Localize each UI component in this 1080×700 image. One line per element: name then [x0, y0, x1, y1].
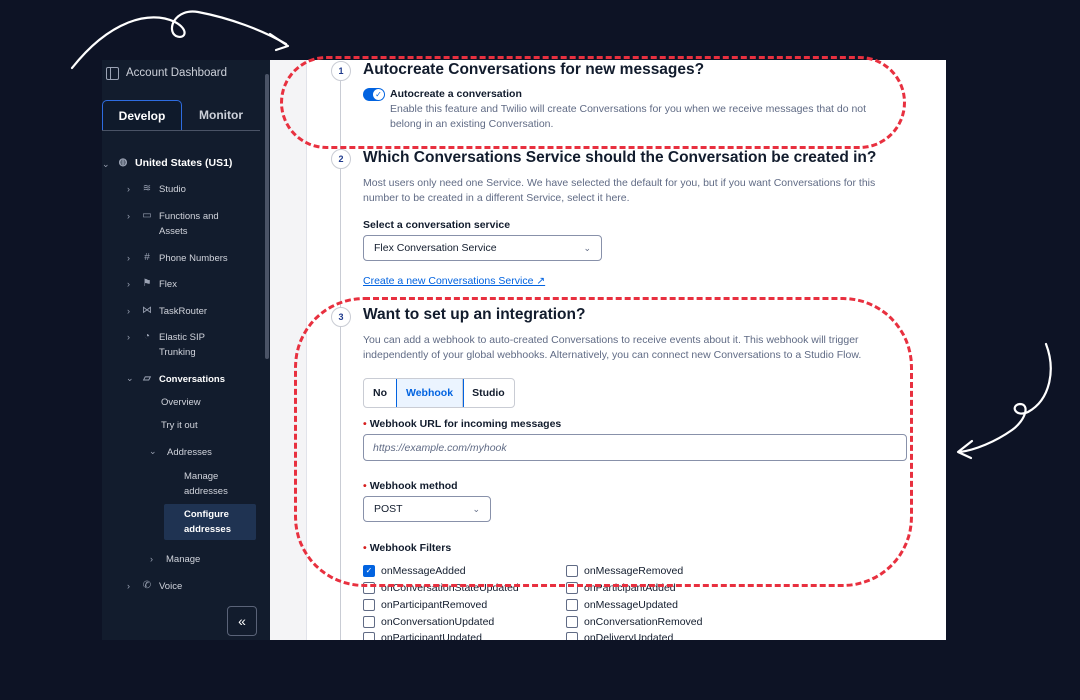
panel-icon	[106, 66, 119, 80]
chevron-right-icon[interactable]: ›	[127, 211, 130, 221]
sidebar-item-manage-addresses[interactable]: Manage addresses	[184, 469, 228, 499]
step2-description: Most users only need one Service. We hav…	[363, 176, 875, 206]
checkbox-icon[interactable]	[566, 599, 578, 611]
sidebar-item-addresses[interactable]: Addresses	[167, 445, 212, 460]
sidebar-item-manage[interactable]: Manage	[166, 552, 200, 567]
sidebar-item-label: Studio	[159, 184, 186, 195]
sidebar-item-label: addresses	[184, 524, 232, 535]
sidebar-item-label: Manage	[184, 471, 219, 482]
sidebar-item-taskrouter[interactable]: ⋈ TaskRouter	[141, 304, 207, 319]
globe-icon: ◍	[118, 156, 128, 168]
conversations-icon: ▱	[143, 372, 151, 384]
chevron-right-icon[interactable]: ›	[127, 253, 130, 263]
step-connector	[340, 168, 341, 308]
chevron-down-icon[interactable]: ⌄	[149, 446, 157, 457]
chevron-right-icon[interactable]: ›	[127, 306, 130, 316]
chevron-down-icon[interactable]: ⌄	[126, 373, 134, 384]
step2-title: Which Conversations Service should the C…	[363, 149, 877, 166]
region-selector[interactable]: ◍ United States (US1)	[117, 156, 233, 171]
desc-line: Most users only need one Service. We hav…	[363, 177, 876, 189]
functions-icon: ▭	[142, 209, 152, 221]
sidebar-item-label: Trunking	[159, 347, 196, 358]
chevron-right-icon[interactable]: ›	[127, 581, 130, 591]
step-number-2: 2	[331, 149, 351, 169]
sidebar-item-label-wrap: Functions and Assets	[159, 209, 219, 239]
sidebar-item-label: Phone Numbers	[159, 253, 228, 264]
account-dashboard-label: Account Dashboard	[126, 67, 228, 79]
sidebar-item-label-wrap: Elastic SIP Trunking	[159, 330, 205, 360]
account-dashboard-link[interactable]: Account Dashboard	[102, 60, 274, 86]
sidebar-item-label: Flex	[159, 279, 177, 290]
sidebar-item-studio[interactable]: ≋ Studio	[141, 182, 186, 197]
sidebar-item-label: Assets	[159, 226, 188, 237]
checkbox-icon[interactable]	[566, 616, 578, 628]
sidebar-item-try-it-out[interactable]: Try it out	[161, 418, 198, 433]
phone-icon: ✆	[142, 579, 152, 591]
chevron-right-icon[interactable]: ›	[127, 332, 130, 342]
studio-icon: ≋	[142, 182, 152, 194]
desc-line: number to be created in a different Serv…	[363, 192, 630, 204]
sidebar: Account Dashboard Develop Monitor ⌄ ◍ Un…	[102, 60, 270, 640]
filter-label: onMessageUpdated	[584, 599, 678, 611]
filter-checkbox[interactable]: onConversationRemoved	[566, 616, 702, 628]
highlight-step3	[294, 297, 913, 587]
sidebar-item-label: Conversations	[159, 374, 225, 385]
sidebar-item-label: Functions and	[159, 211, 219, 222]
region-label: United States (US1)	[135, 157, 233, 169]
sidebar-item-configure-addresses[interactable]: Configure addresses	[184, 507, 231, 537]
chevron-right-icon[interactable]: ›	[127, 279, 130, 289]
filter-label: onParticipantUpdated	[381, 632, 482, 640]
taskrouter-icon: ⋈	[142, 304, 152, 316]
filter-checkbox[interactable]: onParticipantUpdated	[363, 632, 482, 640]
tab-develop[interactable]: Develop	[102, 100, 182, 130]
filter-label: onConversationRemoved	[584, 616, 703, 628]
sidebar-item-phone-numbers[interactable]: # Phone Numbers	[141, 251, 228, 266]
sidebar-item-label-wrap: Manage addresses	[184, 469, 228, 499]
chevron-right-icon[interactable]: ›	[127, 184, 130, 194]
sidebar-item-functions[interactable]: ▭ Functions and Assets	[141, 209, 219, 239]
checkbox-icon[interactable]	[566, 632, 578, 640]
sidebar-scrollbar[interactable]	[265, 74, 269, 359]
sidebar-item-label: Elastic SIP	[159, 332, 205, 343]
filter-checkbox[interactable]: onDeliveryUpdated	[566, 632, 673, 640]
select-value: Flex Conversation Service	[374, 242, 497, 254]
sidebar-item-label: addresses	[184, 486, 228, 497]
filter-checkbox[interactable]: onParticipantRemoved	[363, 599, 487, 611]
sidebar-item-label-wrap: Configure addresses	[184, 507, 231, 537]
filter-label: onParticipantRemoved	[381, 599, 488, 611]
create-service-link[interactable]: Create a new Conversations Service ↗	[363, 275, 545, 287]
highlight-step1	[280, 56, 906, 149]
sidebar-item-label: Voice	[159, 581, 183, 592]
tab-monitor[interactable]: Monitor	[182, 100, 260, 130]
hash-icon: #	[144, 251, 150, 263]
conversation-service-select[interactable]: Flex Conversation Service ⌄	[363, 235, 602, 261]
chevron-right-icon[interactable]: ›	[150, 554, 153, 564]
chevron-down-icon[interactable]: ⌄	[102, 159, 110, 170]
flex-icon: ⚑	[142, 277, 152, 289]
collapse-sidebar-button[interactable]: «	[227, 606, 257, 636]
filter-checkbox[interactable]: onMessageUpdated	[566, 599, 678, 611]
sidebar-item-overview[interactable]: Overview	[161, 395, 201, 410]
checkbox-icon[interactable]	[363, 616, 375, 628]
sidebar-item-conversations[interactable]: ▱ Conversations	[141, 372, 225, 387]
sidebar-item-voice[interactable]: ✆ Voice	[141, 579, 182, 594]
checkbox-icon[interactable]	[363, 632, 375, 640]
sidebar-item-flex[interactable]: ⚑ Flex	[141, 277, 177, 292]
sidebar-item-elastic-sip[interactable]: ◔ Elastic SIP Trunking	[141, 330, 205, 360]
filter-label: onDeliveryUpdated	[584, 632, 674, 640]
sip-icon: ◔	[143, 330, 151, 342]
sidebar-item-label: TaskRouter	[159, 306, 208, 317]
sidebar-tabs: Develop Monitor	[102, 100, 260, 131]
chevron-down-icon: ⌄	[583, 242, 591, 253]
service-select-label: Select a conversation service	[363, 219, 511, 231]
sidebar-item-label: Configure	[184, 509, 229, 520]
filter-label: onConversationUpdated	[381, 616, 495, 628]
checkbox-icon[interactable]	[363, 599, 375, 611]
right-padding	[931, 60, 946, 640]
filter-checkbox[interactable]: onConversationUpdated	[363, 616, 494, 628]
